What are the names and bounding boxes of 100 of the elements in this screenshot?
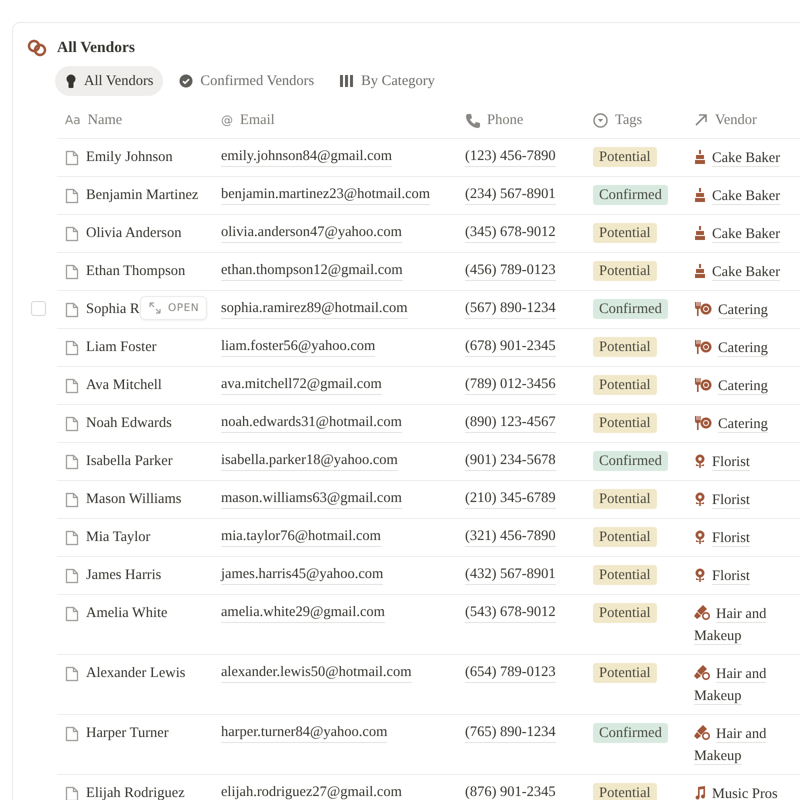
phone-link[interactable]: (234) 567-8901 [465, 185, 556, 205]
phone-link[interactable]: (345) 678-9012 [465, 223, 556, 243]
phone-link[interactable]: (567) 890-1234 [465, 299, 556, 319]
expand-arrows-icon [148, 301, 162, 315]
email-link[interactable]: ethan.thompson12@gmail.com [221, 261, 403, 281]
row-name[interactable]: Mia Taylor [86, 527, 150, 548]
email-link[interactable]: liam.foster56@yahoo.com [221, 337, 376, 357]
email-link[interactable]: isabella.parker18@yahoo.com [221, 451, 398, 471]
vendor-link[interactable]: Hair and Makeup [694, 603, 792, 647]
row-name[interactable]: Mason Williams [86, 489, 182, 510]
email-link[interactable]: mason.williams63@gmail.com [221, 489, 402, 509]
page-icon [65, 530, 79, 546]
vendor-link[interactable]: Hair and Makeup [694, 663, 792, 707]
row-name[interactable]: Noah Edwards [86, 413, 172, 434]
page-icon [65, 786, 79, 800]
vendor-link[interactable]: Cake Baker [694, 147, 780, 169]
vendor-link[interactable]: Music Pros [694, 783, 778, 800]
vendor-link[interactable]: Hair and Makeup [694, 723, 792, 767]
vendor-link[interactable]: Cake Baker [694, 261, 780, 283]
row-name[interactable]: Ava Mitchell [86, 375, 162, 396]
phone-icon [465, 112, 480, 128]
vendor-link[interactable]: Catering [694, 299, 768, 321]
tag-label: Potential [593, 337, 657, 357]
open-button[interactable]: OPEN [140, 296, 208, 320]
row-name[interactable]: Ethan Thompson [86, 261, 186, 282]
column-header[interactable]: Phone [457, 112, 585, 128]
fork-and-plate-icon [694, 378, 712, 392]
email-link[interactable]: benjamin.martinez23@hotmail.com [221, 185, 430, 205]
flower-icon [694, 492, 706, 506]
tag-label: Confirmed [593, 723, 668, 743]
arrow-up-right-icon [694, 113, 708, 127]
tag-label: Potential [593, 603, 657, 623]
email-link[interactable]: ava.mitchell72@gmail.com [221, 375, 382, 395]
email-link[interactable]: harper.turner84@yahoo.com [221, 723, 388, 743]
row-name[interactable]: Amelia White [86, 603, 168, 624]
row-name[interactable]: James Harris [86, 565, 162, 586]
at-sign-icon: @ [221, 113, 233, 127]
phone-link[interactable]: (321) 456-7890 [465, 527, 556, 547]
row-name[interactable]: Elijah Rodriguez [86, 783, 185, 800]
column-header[interactable]: Vendor [686, 112, 798, 128]
page-icon [65, 416, 79, 432]
email-link[interactable]: sophia.ramirez89@hotmail.com [221, 299, 408, 319]
email-link[interactable]: olivia.anderson47@yahoo.com [221, 223, 402, 243]
email-link[interactable]: elijah.rodriguez27@gmail.com [221, 783, 402, 800]
row-name[interactable]: Emily Johnson [86, 147, 173, 168]
email-link[interactable]: alexander.lewis50@hotmail.com [221, 663, 412, 683]
row-checkbox[interactable] [31, 301, 46, 316]
brush-and-compact-icon [694, 665, 710, 680]
phone-link[interactable]: (210) 345-6789 [465, 489, 556, 509]
tag-label: Potential [593, 223, 657, 243]
phone-link[interactable]: (432) 567-8901 [465, 565, 556, 585]
view-tab[interactable]: By Category [330, 66, 445, 96]
page-icon [65, 568, 79, 584]
vendor-link[interactable]: Florist [694, 565, 750, 587]
phone-link[interactable]: (543) 678-9012 [465, 603, 556, 623]
phone-link[interactable]: (654) 789-0123 [465, 663, 556, 683]
view-tab[interactable]: Confirmed Vendors [169, 66, 324, 96]
vendor-link[interactable]: Florist [694, 451, 750, 473]
row-name[interactable]: Benjamin Martinez [86, 185, 198, 206]
page-icon [65, 606, 79, 622]
row-name[interactable]: Liam Foster [86, 337, 156, 358]
tag-label: Confirmed [593, 451, 668, 471]
email-link[interactable]: noah.edwards31@hotmail.com [221, 413, 402, 433]
page-icon [65, 264, 79, 280]
phone-link[interactable]: (765) 890-1234 [465, 723, 556, 743]
email-link[interactable]: emily.johnson84@gmail.com [221, 147, 392, 167]
brush-and-compact-icon [694, 605, 710, 620]
column-header[interactable]: Aa Name [57, 112, 213, 128]
phone-link[interactable]: (890) 123-4567 [465, 413, 556, 433]
phone-link[interactable]: (901) 234-5678 [465, 451, 556, 471]
checkmark-circle-icon [179, 74, 194, 88]
cake-icon [694, 188, 706, 202]
phone-link[interactable]: (678) 901-2345 [465, 337, 556, 357]
vendor-link[interactable]: Florist [694, 527, 750, 549]
email-link[interactable]: amelia.white29@gmail.com [221, 603, 385, 623]
phone-link[interactable]: (123) 456-7890 [465, 147, 556, 167]
email-link[interactable]: james.harris45@yahoo.com [221, 565, 384, 585]
page-icon [65, 726, 79, 742]
tag-label: Potential [593, 261, 657, 281]
column-header[interactable]: Tags [585, 112, 686, 128]
row-name[interactable]: Sophia R [86, 299, 140, 320]
row-name[interactable]: Harper Turner [86, 723, 169, 744]
person-icon [65, 74, 77, 88]
cake-icon [694, 226, 706, 240]
tag-label: Potential [593, 565, 657, 585]
vendor-link[interactable]: Florist [694, 489, 750, 511]
row-name[interactable]: Alexander Lewis [86, 663, 186, 684]
vendor-link[interactable]: Catering [694, 375, 768, 397]
vendor-link[interactable]: Cake Baker [694, 185, 780, 207]
vendor-link[interactable]: Catering [694, 413, 768, 435]
row-name[interactable]: Isabella Parker [86, 451, 173, 472]
view-tab[interactable]: All Vendors [55, 66, 164, 96]
column-header[interactable]: @ Email [213, 112, 457, 128]
vendor-link[interactable]: Cake Baker [694, 223, 780, 245]
phone-link[interactable]: (456) 789-0123 [465, 261, 556, 281]
vendor-link[interactable]: Catering [694, 337, 768, 359]
phone-link[interactable]: (876) 901-2345 [465, 783, 556, 800]
row-name[interactable]: Olivia Anderson [86, 223, 182, 244]
phone-link[interactable]: (789) 012-3456 [465, 375, 556, 395]
email-link[interactable]: mia.taylor76@hotmail.com [221, 527, 381, 547]
